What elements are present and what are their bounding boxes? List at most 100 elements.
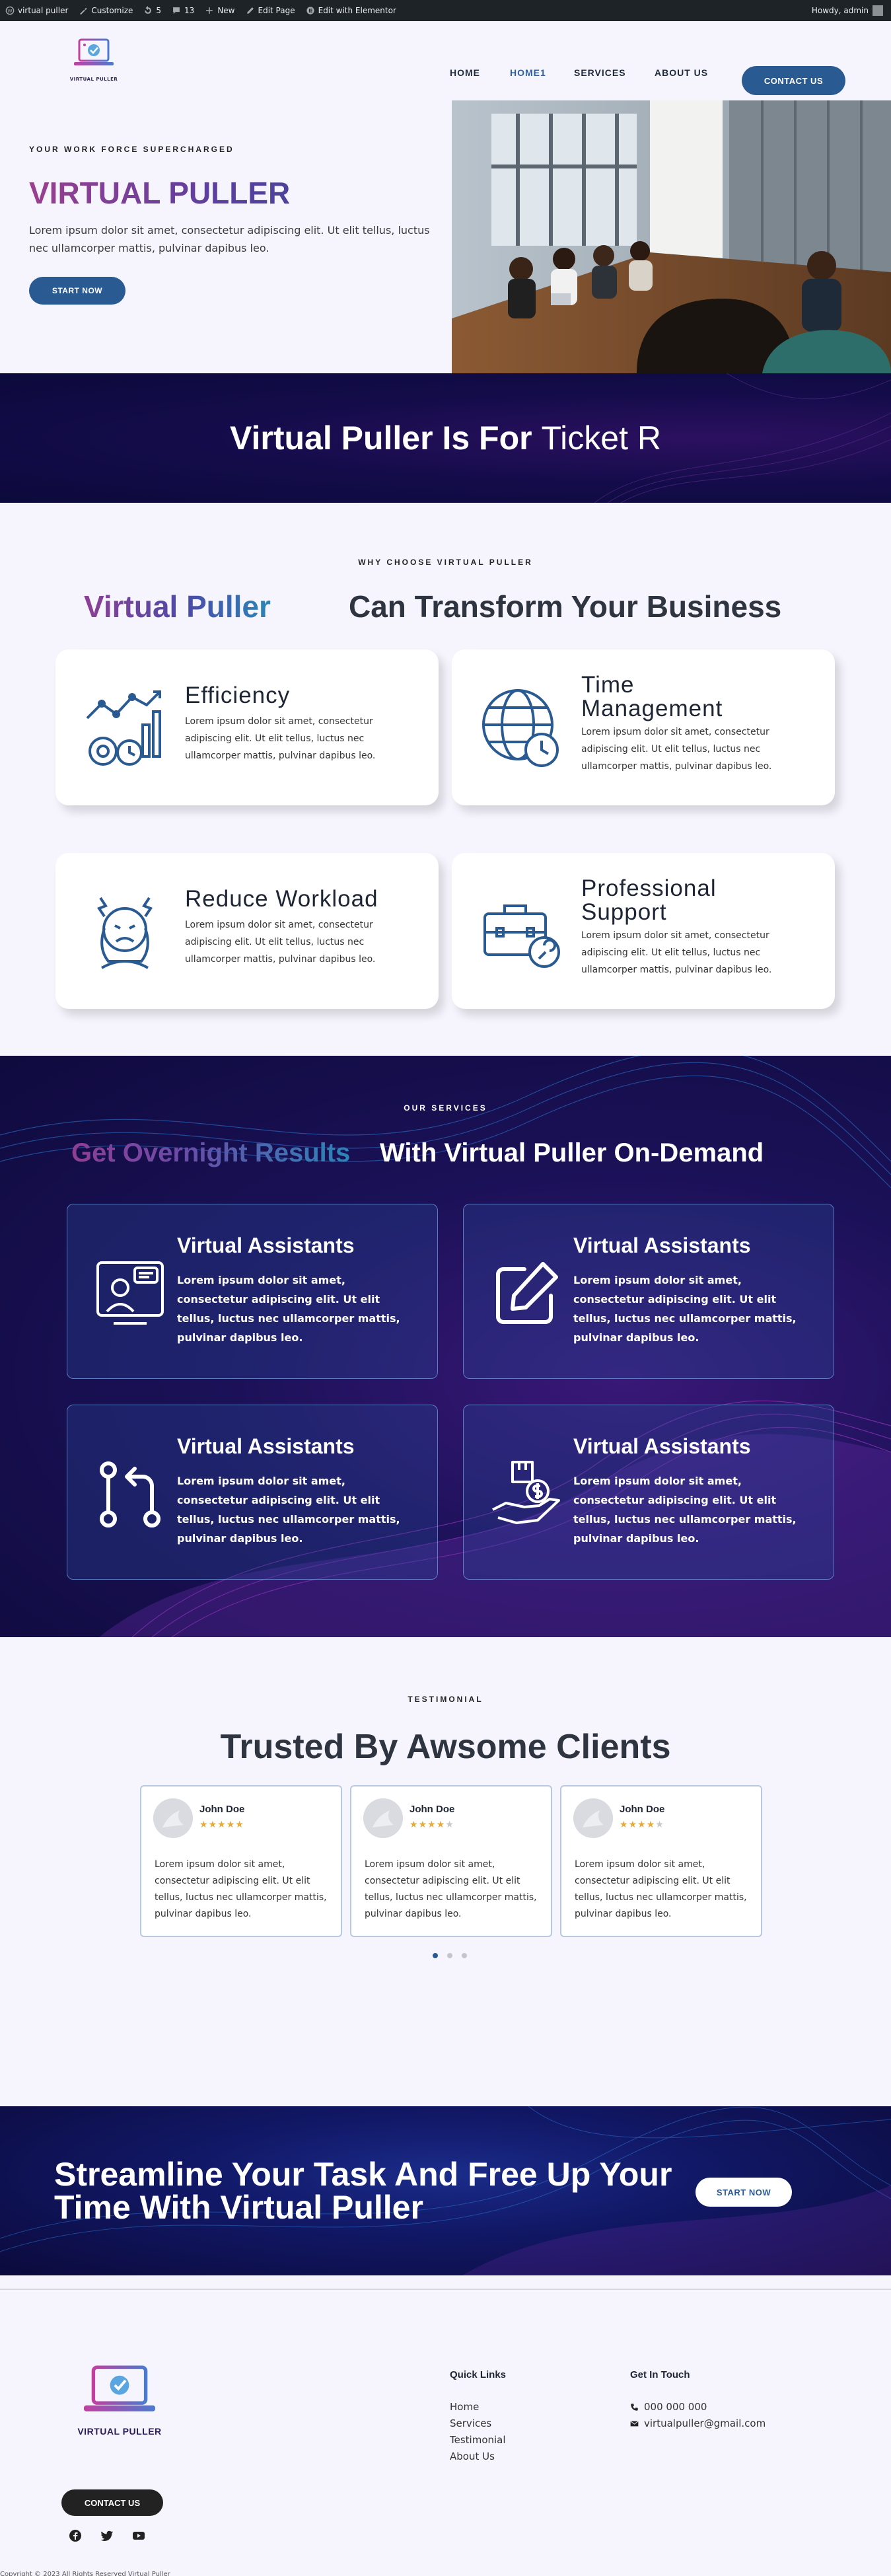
nav-about-us[interactable]: ABOUT US — [655, 67, 708, 78]
quick-links-title: Quick Links — [450, 2369, 507, 2380]
carousel-dots — [433, 1953, 467, 1958]
testimonial-name: John Doe — [199, 1804, 245, 1815]
hero-title: VIRTUAL PULLER — [29, 175, 452, 211]
footer-link-home[interactable]: Home — [450, 2399, 506, 2415]
logo-text: VIRTUAL PULLER — [69, 77, 118, 82]
stressed-person-icon — [96, 897, 153, 969]
services-title-highlight: Get Overnight Results — [71, 1138, 351, 1167]
star-icon: ★ — [208, 1820, 218, 1830]
services-section: OUR SERVICES Get Overnight Results With … — [0, 1056, 891, 1637]
header-contact-button[interactable]: CONTACT US — [742, 66, 845, 95]
hero-text: Lorem ipsum dolor sit amet, consectetur … — [29, 224, 430, 254]
feature-title: Reduce Workload — [185, 886, 378, 912]
star-icon: ★ — [436, 1820, 446, 1830]
admin-site-name: virtual puller — [18, 6, 69, 15]
hero-meeting-photo — [452, 100, 891, 373]
toolbox-wrench-icon — [483, 904, 560, 968]
hero-start-button[interactable]: START NOW — [29, 277, 125, 305]
admin-comments-count: 13 — [184, 6, 195, 15]
twitter-icon[interactable] — [100, 2529, 114, 2542]
service-card[interactable]: Virtual Assistants Lorem ipsum dolor sit… — [463, 1405, 834, 1580]
nav-home[interactable]: HOME — [450, 67, 480, 78]
service-text: Lorem ipsum dolor sit amet, consectetur … — [177, 1274, 400, 1344]
feature-text: Lorem ipsum dolor sit amet, consectetur … — [185, 920, 376, 965]
site-logo[interactable]: VIRTUAL PULLER — [66, 37, 122, 82]
carousel-dot[interactable] — [462, 1953, 467, 1958]
admin-edit-page-link[interactable]: Edit Page — [246, 6, 295, 15]
footer-phone-number: 000 000 000 — [644, 2401, 707, 2413]
admin-edit-page-label: Edit Page — [258, 6, 295, 15]
laptop-logo-icon — [74, 38, 114, 65]
feature-card-professional-support: Professional Support Lorem ipsum dolor s… — [452, 853, 835, 1009]
testimonial-section: TESTIMONIAL Trusted By Awsome Clients Jo… — [0, 1637, 891, 2106]
plus-icon — [206, 7, 213, 14]
edit-square-icon — [496, 1262, 558, 1324]
feature-text: Lorem ipsum dolor sit amet, consectetur … — [581, 930, 772, 975]
star-icon: ★ — [418, 1820, 428, 1830]
avatar — [153, 1798, 193, 1838]
admin-elementor-link[interactable]: Edit with Elementor — [306, 6, 396, 15]
admin-comments-link[interactable]: 13 — [172, 6, 194, 15]
star-icon: ★ — [226, 1820, 236, 1830]
service-card[interactable]: Virtual Assistants Lorem ipsum dolor sit… — [67, 1204, 438, 1379]
service-card[interactable]: Virtual Assistants Lorem ipsum dolor sit… — [463, 1204, 834, 1379]
admin-howdy: Howdy, admin — [811, 6, 869, 15]
feature-text: Lorem ipsum dolor sit amet, consectetur … — [581, 727, 772, 772]
service-title: Virtual Assistants — [177, 1434, 355, 1458]
services-title: With Virtual Puller On-Demand — [380, 1138, 764, 1167]
testimonial-card: John Doe ★★★★★ Lorem ipsum dolor sit amet,… — [140, 1785, 342, 1937]
service-card[interactable]: Virtual Assistants Lorem ipsum dolor sit… — [67, 1405, 438, 1580]
nav-home1[interactable]: HOME1 — [510, 67, 546, 78]
service-title: Virtual Assistants — [573, 1434, 751, 1458]
footer-email[interactable]: virtualpuller@gmail.com — [630, 2415, 766, 2432]
admin-customize-label: Customize — [91, 6, 133, 15]
testimonial-title: Trusted By Awsome Clients — [220, 1728, 671, 1766]
avatar — [573, 1798, 613, 1838]
nav-services[interactable]: SERVICES — [574, 67, 626, 78]
copyright: Copyright © 2023 All Rights Reserved Vir… — [0, 2571, 170, 2576]
star-icon: ★ — [620, 1820, 629, 1830]
paintbrush-icon — [80, 7, 87, 15]
why-kicker: WHY CHOOSE VIRTUAL PULLER — [358, 558, 533, 567]
footer-link-testimonial[interactable]: Testimonial — [450, 2432, 506, 2448]
star-icon: ★ — [646, 1820, 656, 1830]
rating-stars: ★★★★★ — [620, 1820, 664, 1830]
star-icon: ★ — [637, 1820, 647, 1830]
footer-phone[interactable]: 000 000 000 — [630, 2399, 766, 2415]
admin-customize-link[interactable]: Customize — [79, 6, 133, 15]
testimonial-card: John Doe ★★★★★ Lorem ipsum dolor sit amet,… — [560, 1785, 762, 1937]
testimonial-text: Lorem ipsum dolor sit amet, consectetur … — [155, 1859, 327, 1919]
cta-start-button[interactable]: START NOW — [695, 2178, 792, 2207]
typed-banner: Virtual Puller Is For Ticket R — [0, 373, 891, 503]
testimonial-text: Lorem ipsum dolor sit amet, consectetur … — [575, 1859, 747, 1919]
hand-box-dollar-icon — [492, 1461, 560, 1524]
cta-section: Streamline Your Task And Free Up Your Ti… — [0, 2106, 891, 2275]
site-header: VIRTUAL PULLER HOME HOME1 SERVICES ABOUT… — [0, 21, 891, 100]
admin-updates-link[interactable]: 5 — [143, 6, 161, 15]
efficiency-chart-gear-icon — [86, 690, 161, 766]
footer-link-services[interactable]: Services — [450, 2415, 506, 2432]
footer-get-in-touch: Get In Touch 000 000 000 virtualpuller@g… — [630, 2369, 766, 2432]
carousel-dot[interactable] — [447, 1953, 452, 1958]
service-title: Virtual Assistants — [177, 1233, 355, 1257]
admin-avatar — [873, 5, 883, 16]
star-icon: ★ — [217, 1820, 227, 1830]
feature-card-time-management: Time Management Lorem ipsum dolor sit am… — [452, 649, 835, 805]
feature-card-reduce-workload: Reduce Workload Lorem ipsum dolor sit am… — [55, 853, 439, 1009]
site-footer: VIRTUAL PULLER CONTACT US Quick Links Ho… — [0, 2289, 891, 2576]
testimonial-text: Lorem ipsum dolor sit amet, consectetur … — [365, 1859, 537, 1919]
footer-contact-button[interactable]: CONTACT US — [61, 2489, 163, 2516]
get-in-touch-title: Get In Touch — [630, 2369, 690, 2380]
facebook-icon[interactable] — [69, 2529, 82, 2542]
star-icon: ★ — [445, 1820, 454, 1830]
admin-new-link[interactable]: New — [205, 6, 235, 15]
carousel-dot[interactable] — [433, 1953, 438, 1958]
admin-account[interactable]: Howdy, admin — [812, 0, 883, 21]
admin-site-link[interactable]: W virtual puller — [5, 6, 68, 15]
svg-text:W: W — [8, 9, 13, 14]
admin-elementor-label: Edit with Elementor — [318, 6, 396, 15]
footer-logo[interactable]: VIRTUAL PULLER — [73, 2363, 166, 2437]
youtube-icon[interactable] — [132, 2529, 145, 2542]
footer-link-about-us[interactable]: About Us — [450, 2448, 506, 2465]
rating-stars: ★★★★★ — [199, 1820, 244, 1830]
